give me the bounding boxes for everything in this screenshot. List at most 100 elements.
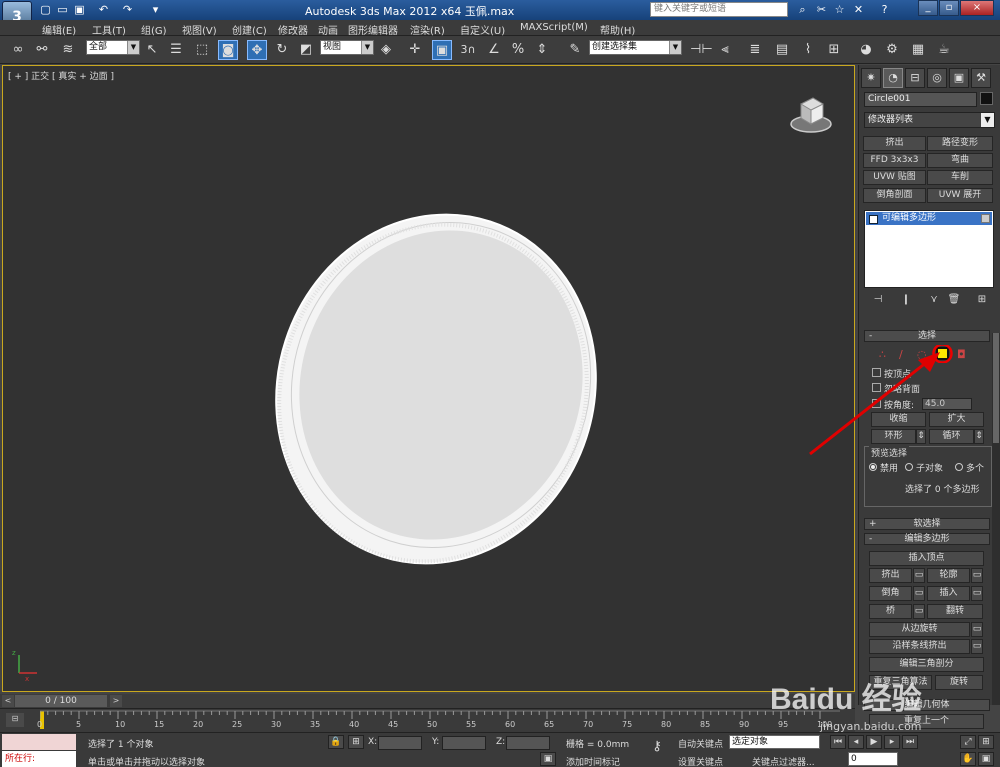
render-setup-icon[interactable]: ⚙ bbox=[882, 40, 902, 60]
window-crossing-icon[interactable]: ◙ bbox=[218, 40, 238, 60]
inset-button[interactable]: 插入 bbox=[927, 586, 970, 601]
close-button[interactable]: × bbox=[960, 0, 994, 16]
favorites-icon[interactable]: ☆ bbox=[832, 2, 847, 17]
outline-settings-icon[interactable]: ▭ bbox=[971, 568, 983, 583]
rectangular-selection-icon[interactable]: ⬚ bbox=[192, 40, 212, 60]
extrude-modifier-button[interactable]: 挤出 bbox=[863, 136, 926, 151]
maxscript-listener-top[interactable] bbox=[2, 734, 76, 750]
rendered-frame-window-icon[interactable]: ▦ bbox=[908, 40, 928, 60]
object-color-swatch[interactable] bbox=[980, 92, 993, 105]
subscription-icon[interactable]: ✂ bbox=[814, 2, 829, 17]
z-coordinate-field[interactable] bbox=[506, 736, 550, 750]
curve-editor-icon[interactable]: ⌇ bbox=[798, 40, 818, 60]
object-name-field[interactable]: Circle001 bbox=[864, 92, 977, 107]
modifier-stack[interactable]: 可编辑多边形 bbox=[864, 210, 994, 288]
spinner-snap-icon[interactable]: ⇕ bbox=[532, 40, 552, 60]
align-icon[interactable]: ⫷ bbox=[715, 40, 735, 60]
edit-triangulation-button[interactable]: 编辑三角剖分 bbox=[869, 657, 984, 672]
ring-spinner[interactable]: ⇕ bbox=[916, 429, 926, 444]
menu-rendering[interactable]: 渲染(R) bbox=[410, 22, 445, 37]
add-time-tag[interactable]: 添加时间标记 bbox=[566, 755, 620, 767]
mirror-icon[interactable]: ⊣⊢ bbox=[690, 40, 713, 60]
unlink-icon[interactable]: ⚯ bbox=[32, 40, 52, 60]
edit-named-selection-icon[interactable]: ✎ bbox=[565, 40, 585, 60]
modifier-list-dropdown[interactable]: 修改器列表 ▼ bbox=[864, 112, 995, 128]
selection-rollout-header[interactable]: - 选择 bbox=[864, 330, 990, 342]
keyboard-shortcut-override-icon[interactable]: ▣ bbox=[432, 40, 452, 60]
tab-modify[interactable]: ◔ bbox=[883, 68, 903, 88]
extrude-spline-settings-icon[interactable]: ▭ bbox=[971, 639, 983, 654]
time-prev-icon[interactable]: < bbox=[2, 695, 14, 707]
key-mode-dropdown[interactable]: 选定对象 bbox=[729, 735, 820, 749]
tab-create[interactable]: ✷ bbox=[861, 68, 881, 88]
hinge-settings-icon[interactable]: ▭ bbox=[971, 622, 983, 637]
bevel-settings-icon[interactable]: ▭ bbox=[913, 586, 925, 601]
extrude-settings-icon[interactable]: ▭ bbox=[913, 568, 925, 583]
command-panel-scrollbar[interactable] bbox=[992, 333, 1000, 705]
shrink-button[interactable]: 收缩 bbox=[871, 412, 926, 427]
select-object-icon[interactable]: ↖ bbox=[142, 40, 162, 60]
border-icon[interactable]: ◌ bbox=[917, 348, 927, 361]
unwrap-uvw-modifier-button[interactable]: UVW 展开 bbox=[927, 188, 993, 203]
play-icon[interactable]: ▶ bbox=[866, 735, 882, 749]
reference-coordinate-dropdown[interactable]: 视图 ▼ bbox=[320, 40, 374, 55]
inset-settings-icon[interactable]: ▭ bbox=[971, 586, 983, 601]
angle-snap-icon[interactable]: ∠ bbox=[484, 40, 504, 60]
selection-filter-dropdown[interactable]: 全部 ▼ bbox=[86, 40, 140, 55]
close-search-icon[interactable]: ✕ bbox=[851, 2, 866, 17]
disc-object[interactable] bbox=[271, 209, 601, 569]
configure-modifier-sets-icon[interactable]: ⊞ bbox=[974, 293, 990, 307]
extrude-along-spline-button[interactable]: 沿样条线挤出 bbox=[869, 639, 970, 654]
bridge-settings-icon[interactable]: ▭ bbox=[913, 604, 925, 619]
menu-create[interactable]: 创建(C) bbox=[232, 22, 267, 37]
key-filters-button[interactable]: 关键点过滤器... bbox=[752, 755, 815, 767]
percent-snap-icon[interactable]: % bbox=[508, 40, 528, 60]
viewport-front[interactable]: [ + ] 正交 [ 真实 + 边面 ] x z bbox=[2, 65, 855, 692]
tab-hierarchy[interactable]: ⊟ bbox=[905, 68, 925, 88]
redo-icon[interactable]: ↷ bbox=[120, 2, 135, 17]
go-to-start-icon[interactable]: ⏮ bbox=[830, 735, 846, 749]
flip-button[interactable]: 翻转 bbox=[927, 604, 983, 619]
tab-utilities[interactable]: ⚒ bbox=[971, 68, 991, 88]
render-production-icon[interactable]: ☕ bbox=[934, 40, 954, 60]
quick-access-dropdown-icon[interactable]: ▾ bbox=[148, 2, 163, 17]
soft-selection-rollout-header[interactable]: + 软选择 bbox=[864, 518, 990, 530]
time-slider[interactable]: < 0 / 100 > bbox=[0, 694, 855, 708]
show-end-result-icon[interactable]: ❙ bbox=[898, 293, 914, 307]
lathe-modifier-button[interactable]: 车削 bbox=[927, 170, 993, 185]
pin-stack-icon[interactable]: ⊣ bbox=[870, 293, 886, 307]
stack-item-editable-poly[interactable]: 可编辑多边形 bbox=[866, 212, 992, 225]
schematic-view-icon[interactable]: ⊞ bbox=[824, 40, 844, 60]
viewcube-icon[interactable] bbox=[789, 94, 833, 134]
layer-manager-icon[interactable]: ≣ bbox=[745, 40, 765, 60]
menu-views[interactable]: 视图(V) bbox=[182, 22, 217, 37]
lock-selection-icon[interactable]: 🔒 bbox=[328, 735, 344, 749]
zoom-all-icon[interactable]: ⊞ bbox=[978, 735, 994, 749]
auto-key-button[interactable]: 自动关键点 bbox=[678, 737, 723, 750]
loop-spinner[interactable]: ⇕ bbox=[974, 429, 984, 444]
outline-button[interactable]: 轮廓 bbox=[927, 568, 970, 583]
time-tag-icon[interactable]: ▣ bbox=[540, 752, 556, 766]
remove-modifier-icon[interactable]: 🗑 bbox=[946, 293, 962, 307]
viewport-label[interactable]: [ + ] 正交 [ 真实 + 边面 ] bbox=[8, 69, 114, 82]
scrollbar-thumb[interactable] bbox=[993, 333, 999, 443]
extrude-button[interactable]: 挤出 bbox=[869, 568, 912, 583]
material-editor-icon[interactable]: ◕ bbox=[856, 40, 876, 60]
select-by-name-icon[interactable]: ☰ bbox=[166, 40, 186, 60]
search-input[interactable]: 键入关键字或短语 bbox=[650, 2, 788, 17]
menu-tools[interactable]: 工具(T) bbox=[92, 22, 126, 37]
path-deform-modifier-button[interactable]: 路径变形 bbox=[927, 136, 993, 151]
menu-group[interactable]: 组(G) bbox=[141, 22, 167, 37]
ring-button[interactable]: 环形 bbox=[871, 429, 916, 444]
menu-graph-editors[interactable]: 图形编辑器 bbox=[348, 22, 398, 37]
ignore-backfacing-checkbox[interactable] bbox=[872, 383, 881, 392]
bridge-button[interactable]: 桥 bbox=[869, 604, 912, 619]
snaps-toggle-icon[interactable]: 3∩ bbox=[458, 40, 478, 60]
mini-curve-editor-icon[interactable]: ⊟ bbox=[6, 713, 24, 727]
retriangulate-button[interactable]: 重复三角算法 bbox=[869, 675, 932, 690]
track-bar[interactable]: ⊟ 0 5 10 15 20 25 30 35 40 45 50 55 60 65 70 75 80 85 90 95… bbox=[0, 708, 855, 732]
turn-button[interactable]: 旋转 bbox=[935, 675, 983, 690]
insert-vertex-button[interactable]: 插入顶点 bbox=[869, 551, 984, 566]
help-icon[interactable]: ? bbox=[877, 2, 892, 17]
repeat-last-button[interactable]: 重复上一个 bbox=[869, 714, 984, 729]
